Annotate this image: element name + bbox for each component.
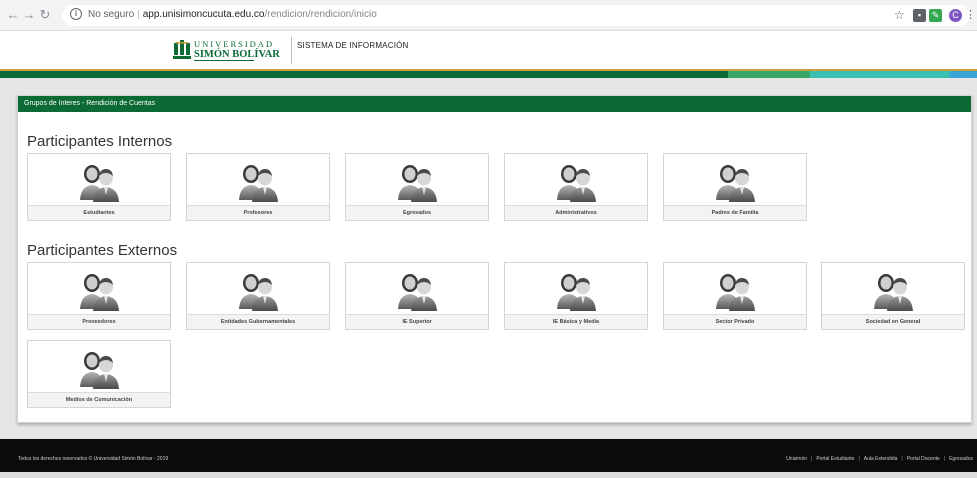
bottom-strip [0,472,977,478]
card-label: Administrativos [505,205,647,220]
header-color-stripe [0,69,977,78]
security-label: No seguro [88,9,135,20]
reload-icon[interactable]: ↻ [38,7,52,23]
footer-link-portal-estudiante[interactable]: Portal Estudiante [816,456,854,462]
menu-kebab-icon[interactable]: ⋮ [964,9,977,22]
footer-link-unisimon[interactable]: Unisimón [786,456,807,462]
people-icon [80,274,119,311]
university-logo[interactable]: UNIVERSIDAD SIMÓN BOLÍVAR [172,37,288,64]
footer-link-egresados[interactable]: Egresados [949,456,973,462]
people-icon [398,274,437,311]
info-icon[interactable]: i [70,8,82,20]
card-label: Padres de Familia [664,205,806,220]
people-icon [80,165,119,202]
card-ie-basica-y-media[interactable]: IE Básica y Media [504,262,648,330]
card-label: IE Básica y Media [505,314,647,329]
card-label: IE Superior [346,314,488,329]
card-ie-superior[interactable]: IE Superior [345,262,489,330]
browser-toolbar: ← → ↻ i No seguro | app.unisimoncucuta.edu… [0,0,977,31]
people-icon [716,274,755,311]
bookmark-star-icon[interactable]: ☆ [894,8,905,22]
site-header: UNIVERSIDAD SIMÓN BOLÍVAR SISTEMA DE INF… [0,31,977,69]
footer-links: Unisimón | Portal Estudiante | Aula Extendid… [786,456,973,462]
extension-icon[interactable]: ✎ [929,9,942,22]
people-icon [80,352,119,389]
url-path: /rendicion/rendicion/inicio [264,9,377,20]
internos-title: Participantes Internos [27,133,173,150]
card-administrativos[interactable]: Administrativos [504,153,648,221]
footer-link-portal-docente[interactable]: Portal Docente [907,456,940,462]
people-icon [398,165,437,202]
card-label: Sector Privado [664,314,806,329]
card-sector-privado[interactable]: Sector Privado [663,262,807,330]
people-icon [239,165,278,202]
card-medios-de-comunicacion[interactable]: Medios de Comunicación [27,340,171,408]
url-text[interactable]: No seguro | app.unisimoncucuta.edu.co/rend… [88,9,377,20]
externos-title: Participantes Externos [27,242,178,259]
extension-icon[interactable]: ▪ [913,9,926,22]
footer-link-aula-extendida[interactable]: Aula Extendida [864,456,898,462]
logo-line2: SIMÓN BOLÍVAR [194,48,280,60]
people-icon [716,165,755,202]
back-icon[interactable]: ← [6,7,20,23]
card-estudiantes[interactable]: Estudiantes [27,153,171,221]
people-icon [557,274,596,311]
card-label: Profesores [187,205,329,220]
people-icon [874,274,913,311]
header-divider [291,37,292,64]
forward-icon[interactable]: → [22,7,36,23]
panel-header: Grupos de Interes - Rendición de Cuentas [18,96,971,112]
card-label: Medios de Comunicación [28,392,170,407]
people-icon [239,274,278,311]
card-label: Estudiantes [28,205,170,220]
people-icon [557,165,596,202]
profile-avatar-icon[interactable]: C [949,9,962,22]
card-label: Sociedad en General [822,314,964,329]
card-profesores[interactable]: Profesores [186,153,330,221]
card-egresados[interactable]: Egresados [345,153,489,221]
address-bar[interactable]: i No seguro | app.unisimoncucuta.edu.co/re… [62,5,976,26]
card-padres-de-familia[interactable]: Padres de Familia [663,153,807,221]
card-entidades-gubernamentales[interactable]: Entidades Gubernamentales [186,262,330,330]
site-footer: Todos los derechos reservados © Universi… [0,439,977,472]
url-host: app.unisimoncucuta.edu.co [142,9,265,20]
card-sociedad-en-general[interactable]: Sociedad en General [821,262,965,330]
card-label: Egresados [346,205,488,220]
card-label: Proveedores [28,314,170,329]
header-title: SISTEMA DE INFORMACIÓN [297,41,409,50]
card-label: Entidades Gubernamentales [187,314,329,329]
footer-copyright: Todos los derechos reservados © Universi… [18,456,169,462]
main-panel: Grupos de Interes - Rendición de Cuentas… [17,95,972,423]
card-proveedores[interactable]: Proveedores [27,262,171,330]
logo-line1: UNIVERSIDAD [194,39,274,49]
